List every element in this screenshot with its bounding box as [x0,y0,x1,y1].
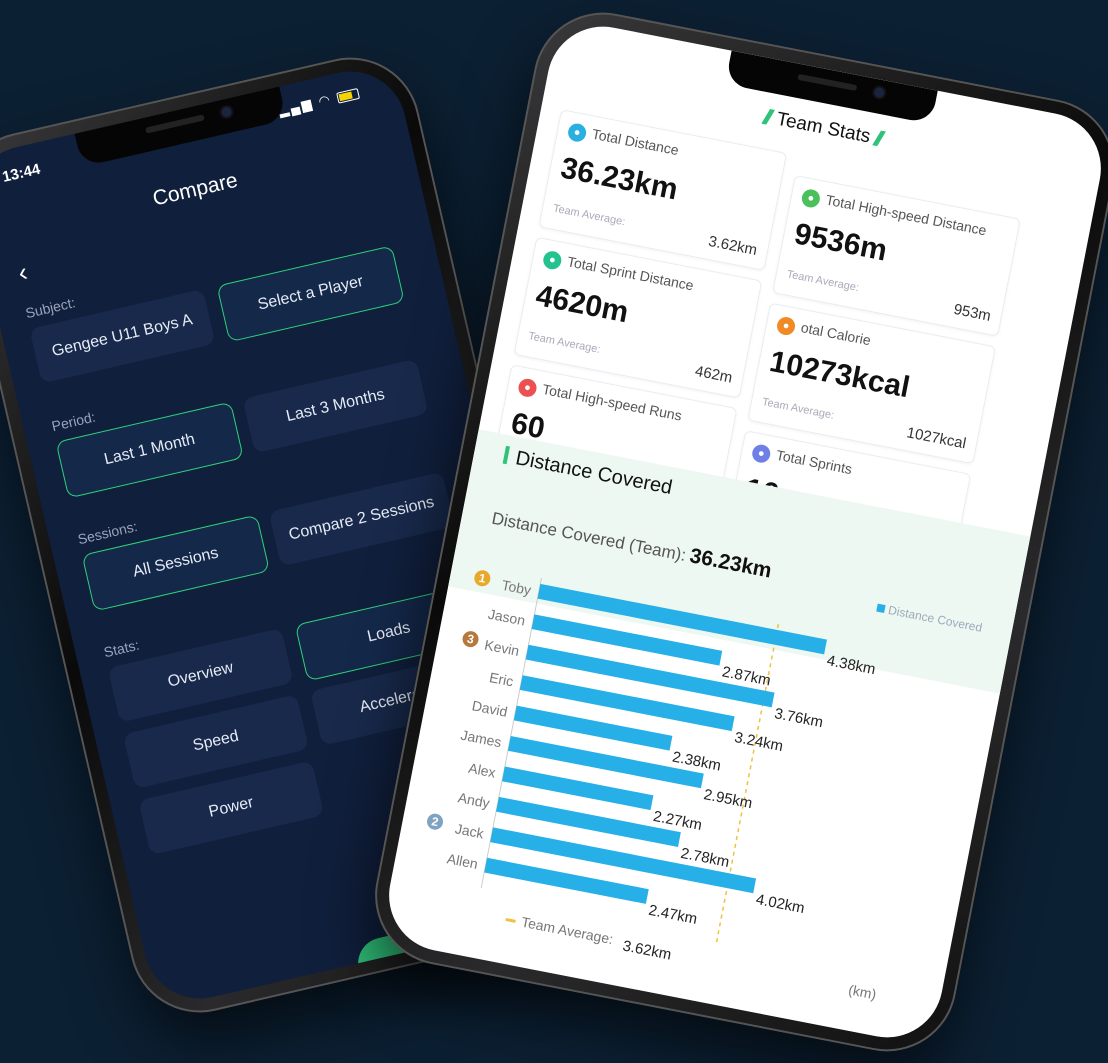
team-average-label: Team Average: [520,914,614,947]
legend-swatch [875,603,886,613]
stat-card-value: 10273kcal [766,344,913,405]
chart-category-label: David [471,697,509,720]
subject-label: Subject: [23,294,77,322]
team-stats-title-text: Team Stats [774,108,873,148]
stat-card-avg-value: 1027kcal [905,424,968,453]
compare-2-sessions-button[interactable]: Compare 2 Sessions [268,471,455,567]
back-chevron-icon[interactable]: ‹ [15,256,30,288]
stat-card-value: 36.23km [557,151,681,207]
stat-card-value: 4620m [533,279,632,330]
team-average-legend-swatch [505,917,516,923]
stat-card-avg-label: Team Average: [760,395,836,422]
notch [74,86,287,167]
battery-icon [336,88,361,104]
phone-team-stats: Team Stats ● Total Distance 36.23km Team Av… [363,0,1108,1063]
chart-value-label: 3.76km [773,705,825,731]
stat-card-avg-value: 462m [693,362,734,387]
chart-category-label: Kevin [483,637,520,659]
team-stats-screen: Team Stats ● Total Distance 36.23km Team Av… [379,17,1108,1047]
stat-card-avg-value: 3.62km [706,232,759,259]
chart-category-label: Toby [500,577,532,598]
chart-category-label: James [459,727,503,751]
chart-value-label: 4.02km [754,891,806,917]
stat-card-avg-label: Team Average: [785,268,860,295]
chart-value-label: 4.38km [825,652,877,678]
wifi-icon: ◠ [316,91,334,109]
runs-icon: ● [516,377,539,399]
chart-category-label: Jason [487,606,527,629]
select-player-button[interactable]: Select a Player [216,245,405,343]
stat-card-value: 9536m [791,217,890,268]
status-icons: ▂▄▆ ◠ [277,85,361,119]
chart-category-label: Andy [457,789,491,811]
team-average-value: 3.62km [621,937,673,963]
page-title: Compare [150,168,240,211]
chart-value-label: 2.47km [647,902,699,928]
runner-icon: ● [566,122,588,144]
flame-icon: ● [775,315,797,337]
stat-card-avg-label: Team Average: [552,202,627,229]
chart-category-label: Jack [454,820,486,841]
chart-category-label: Alex [467,760,497,781]
stat-card-avg-label: Team Average: [527,330,602,356]
speed-icon: ● [800,187,822,209]
stat-card-avg-value: 953m [952,300,993,325]
status-time: 13:44 [0,160,42,186]
sprints-icon: ● [750,443,772,465]
unit-label: (km) [847,981,878,1002]
chart-category-label: Allen [446,850,480,872]
chart-value-label: 3.24km [733,729,785,755]
signal-icon: ▂▄▆ [277,95,315,119]
chart-category-label: Eric [488,669,515,689]
sprint-icon: ● [541,249,563,271]
last-3-months-button[interactable]: Last 3 Months [242,358,429,454]
period-label: Period: [50,408,97,435]
stats-label: Stats: [102,636,141,661]
